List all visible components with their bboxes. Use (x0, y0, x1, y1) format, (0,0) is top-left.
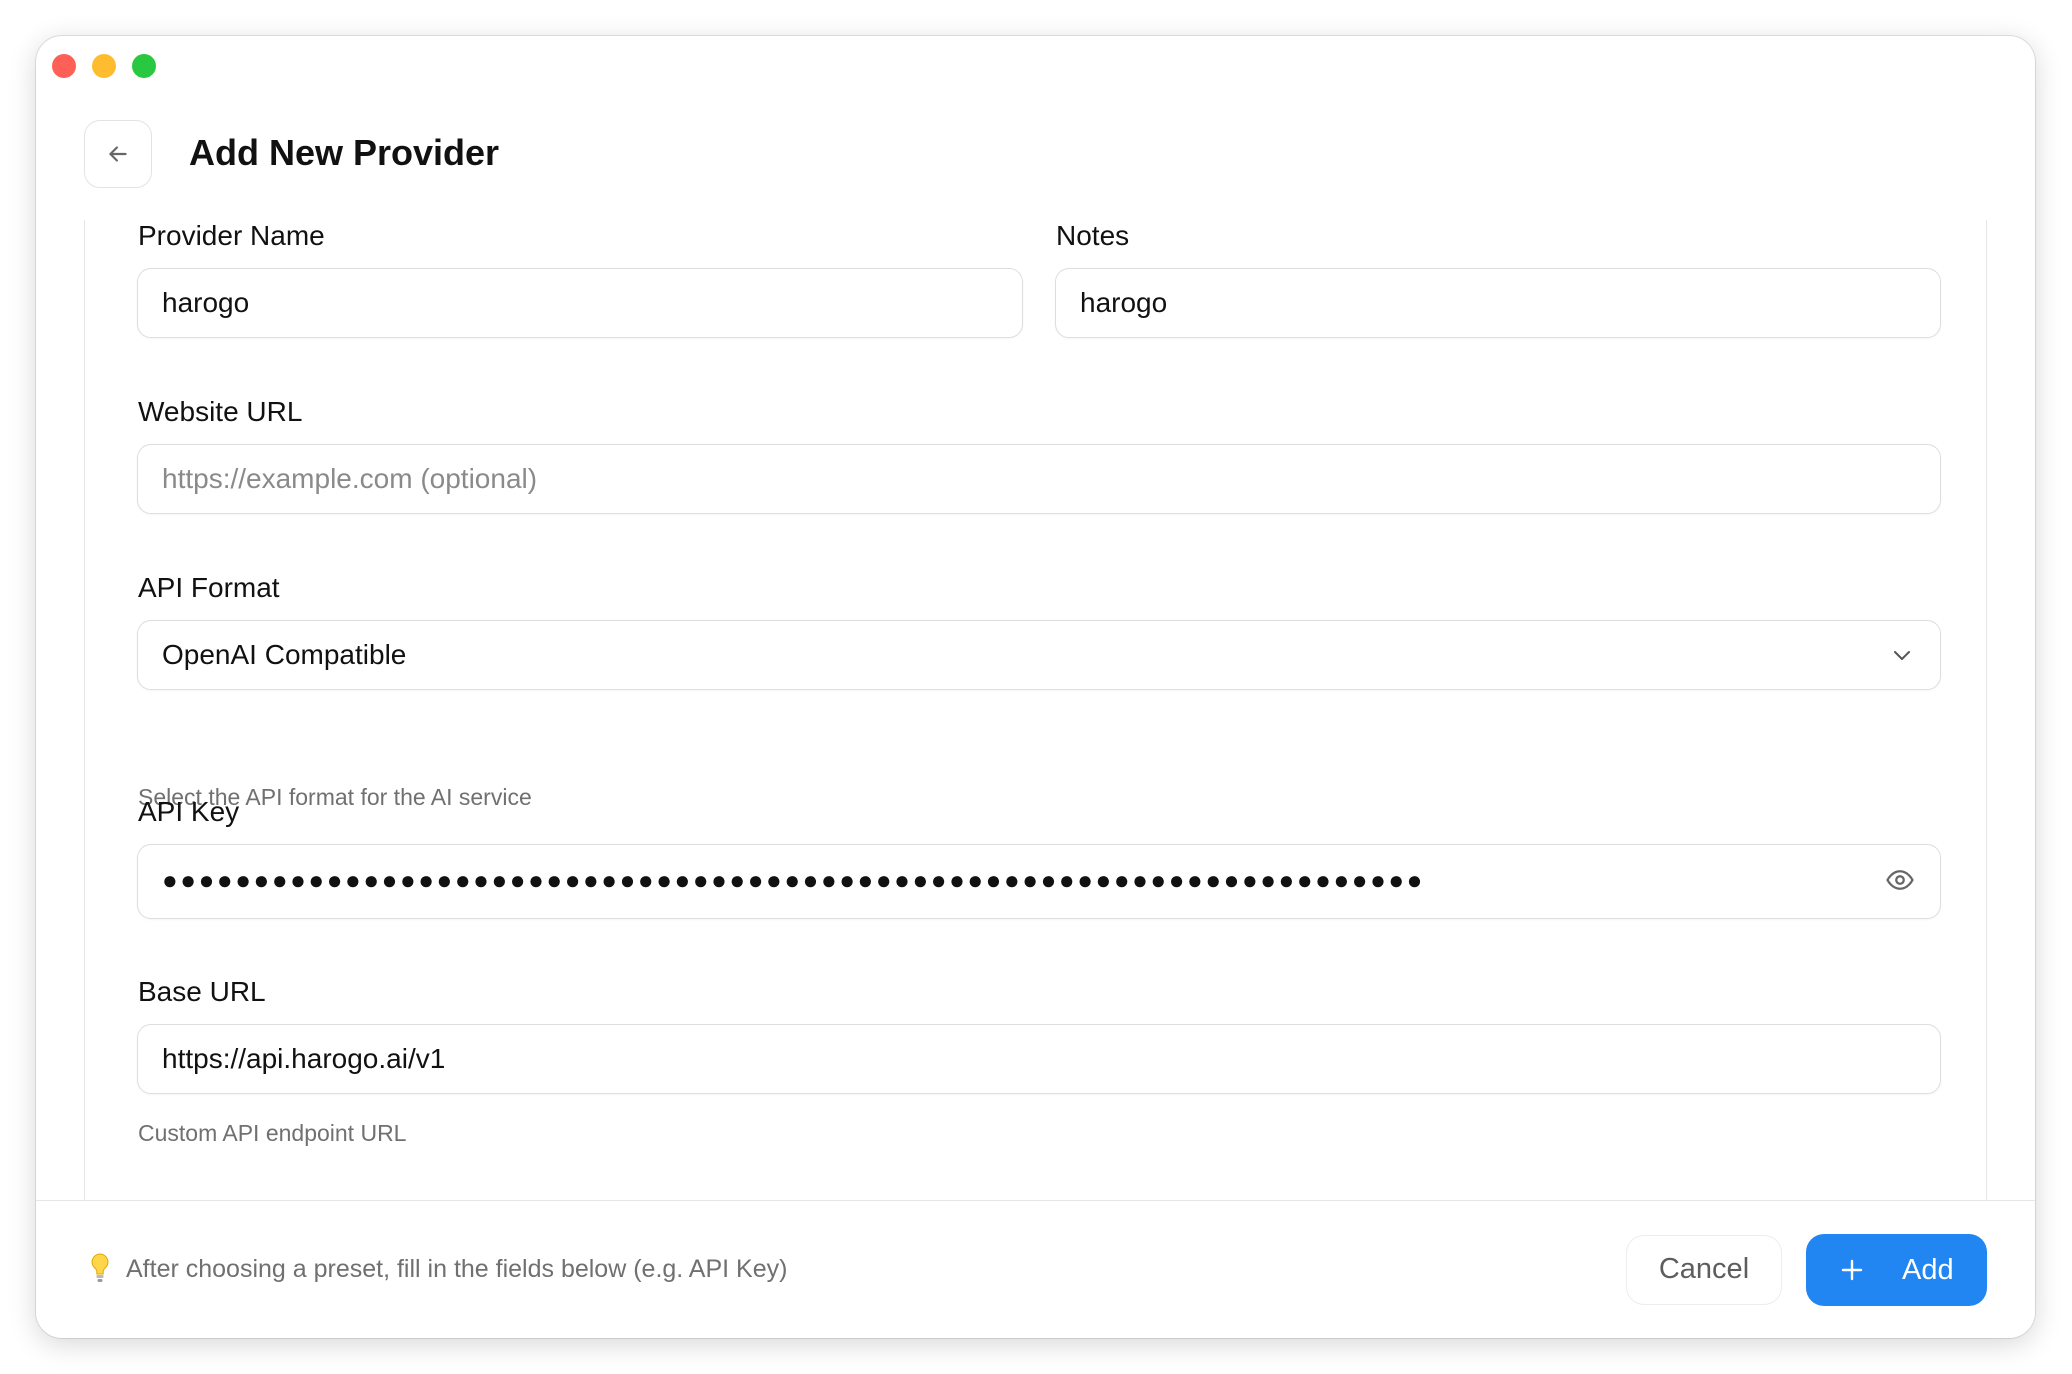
app-window: Add New Provider Provider Name Notes Web… (36, 36, 2035, 1338)
base-url-hint: Custom API endpoint URL (138, 1120, 407, 1146)
back-button[interactable] (84, 120, 152, 188)
page-title: Add New Provider (189, 132, 500, 173)
notes-label: Notes (1056, 220, 1130, 251)
chevron-down-icon (1894, 651, 1910, 660)
cancel-button[interactable]: Cancel (1626, 1235, 1782, 1305)
lightbulb-icon (91, 1253, 109, 1282)
plus-icon (1841, 1259, 1863, 1281)
provider-name-input[interactable] (162, 269, 946, 337)
provider-form: Provider Name Notes Website URL API Form… (84, 220, 1987, 1200)
website-url-input[interactable] (162, 445, 1864, 513)
provider-name-label: Provider Name (138, 220, 325, 251)
api-format-select[interactable]: OpenAI Compatible (137, 620, 1941, 690)
base-url-label: Base URL (138, 976, 266, 1007)
add-button-label: Add (1902, 1254, 1954, 1286)
api-format-label: API Format (138, 572, 280, 603)
api-key-masked-value[interactable]: ●●●●●●●●●●●●●●●●●●●●●●●●●●●●●●●●●●●●●●●●… (162, 845, 1425, 915)
window-minimize-button[interactable] (92, 54, 116, 78)
window-close-button[interactable] (52, 54, 76, 78)
notes-input[interactable] (1080, 269, 1864, 337)
provider-name-field[interactable] (137, 268, 1023, 338)
api-key-label: API Key (138, 796, 240, 827)
base-url-field[interactable] (137, 1024, 1941, 1094)
website-url-label: Website URL (138, 396, 303, 427)
notes-field[interactable] (1055, 268, 1941, 338)
eye-icon[interactable] (1884, 865, 1916, 895)
window-maximize-button[interactable] (132, 54, 156, 78)
arrow-left-icon (109, 146, 127, 162)
api-key-field[interactable]: ●●●●●●●●●●●●●●●●●●●●●●●●●●●●●●●●●●●●●●●●… (137, 844, 1941, 919)
website-url-field[interactable] (137, 444, 1941, 514)
footer-tip: After choosing a preset, fill in the fie… (126, 1255, 788, 1283)
base-url-input[interactable] (162, 1025, 1864, 1093)
api-format-selected-value: OpenAI Compatible (162, 639, 407, 670)
add-button[interactable]: Add (1806, 1234, 1987, 1306)
footer-bar: After choosing a preset, fill in the fie… (36, 1200, 2035, 1338)
